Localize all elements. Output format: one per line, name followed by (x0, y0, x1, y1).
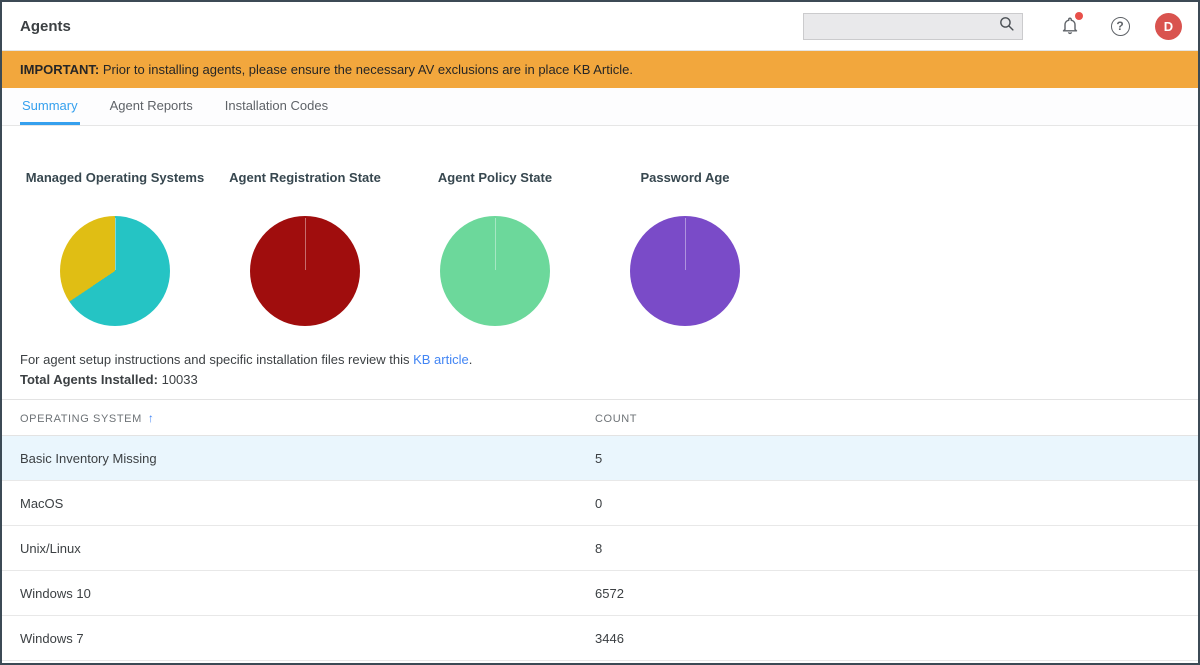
banner-message: Prior to installing agents, please ensur… (102, 62, 633, 77)
cell-count: 5 (595, 450, 603, 466)
pie-notch (685, 218, 686, 270)
notification-dot (1075, 12, 1083, 20)
chart-agent-registration-state: Agent Registration State (210, 170, 400, 326)
agents-table: OPERATING SYSTEM ↑ COUNT Basic Inventory … (2, 399, 1198, 661)
column-header-count[interactable]: COUNT (595, 409, 1198, 427)
chart-password-age: Password Age (590, 170, 780, 326)
table-row[interactable]: Basic Inventory Missing 5 (2, 436, 1198, 481)
cell-count: 6572 (595, 585, 624, 601)
pie-password-age[interactable] (630, 216, 740, 326)
tab-summary[interactable]: Summary (20, 88, 80, 125)
search-icon[interactable] (998, 15, 1015, 37)
chart-title: Agent Registration State (229, 170, 381, 185)
cell-operating-system: MacOS (20, 495, 64, 511)
help-icon: ? (1110, 16, 1130, 36)
chart-title: Managed Operating Systems (25, 170, 205, 185)
pie-managed-operating-systems[interactable] (60, 216, 170, 326)
column-header-label: COUNT (595, 412, 638, 425)
table-row[interactable]: MacOS 0 (2, 481, 1198, 526)
kb-article-link[interactable]: KB article (413, 352, 469, 367)
table-row[interactable]: Windows 10 6572 (2, 571, 1198, 616)
cell-count: 0 (595, 495, 603, 511)
cell-count: 8 (595, 540, 603, 556)
agents-page: Agents ? D IMPORTANT: Prior to installin… (0, 0, 1200, 665)
cell-count: 3446 (595, 630, 624, 646)
table-row[interactable]: Unix/Linux 8 (2, 526, 1198, 571)
top-bar-actions: ? D (803, 12, 1182, 40)
search-input[interactable] (803, 12, 1023, 40)
cell-operating-system: Unix/Linux (20, 540, 81, 556)
setup-note: For agent setup instructions and specifi… (2, 352, 1198, 367)
pie-notch (305, 218, 306, 270)
note-text-before: For agent setup instructions and specifi… (20, 352, 414, 367)
important-banner: IMPORTANT: Prior to installing agents, p… (2, 51, 1198, 88)
pie-agent-policy-state[interactable] (440, 216, 550, 326)
tab-installation-codes[interactable]: Installation Codes (223, 88, 330, 125)
tab-agent-reports[interactable]: Agent Reports (108, 88, 195, 125)
total-agents-value: 10033 (161, 372, 198, 387)
cell-operating-system: Windows 7 (20, 630, 84, 646)
charts-row: Managed Operating Systems Agent Registra… (2, 126, 1198, 326)
pie-agent-registration-state[interactable] (250, 216, 360, 326)
note-text-after: . (468, 352, 473, 367)
banner-label: IMPORTANT: (20, 62, 100, 77)
chart-managed-operating-systems: Managed Operating Systems (20, 170, 210, 326)
total-agents-label: Total Agents Installed: (20, 372, 158, 387)
column-header-label: OPERATING SYSTEM (20, 412, 142, 425)
total-agents-line: Total Agents Installed: 10033 (2, 372, 1198, 387)
sort-ascending-icon[interactable]: ↑ (148, 411, 154, 425)
pie-notch (495, 218, 496, 270)
help-button[interactable]: ? (1107, 13, 1133, 39)
page-title: Agents (20, 17, 71, 35)
chart-agent-policy-state: Agent Policy State (400, 170, 590, 326)
chart-title: Agent Policy State (437, 170, 553, 185)
table-row[interactable]: Windows 7 3446 (2, 616, 1198, 661)
cell-operating-system: Basic Inventory Missing (20, 450, 157, 466)
table-header-row: OPERATING SYSTEM ↑ COUNT (2, 400, 1198, 436)
notifications-button[interactable] (1057, 12, 1083, 39)
pie-notch (115, 218, 116, 270)
tab-bar: Summary Agent Reports Installation Codes (2, 88, 1198, 126)
avatar[interactable]: D (1155, 12, 1182, 40)
chart-title: Password Age (640, 170, 730, 185)
top-bar: Agents ? D (2, 2, 1198, 51)
cell-operating-system: Windows 10 (20, 585, 91, 601)
column-header-operating-system[interactable]: OPERATING SYSTEM ↑ (2, 409, 595, 427)
